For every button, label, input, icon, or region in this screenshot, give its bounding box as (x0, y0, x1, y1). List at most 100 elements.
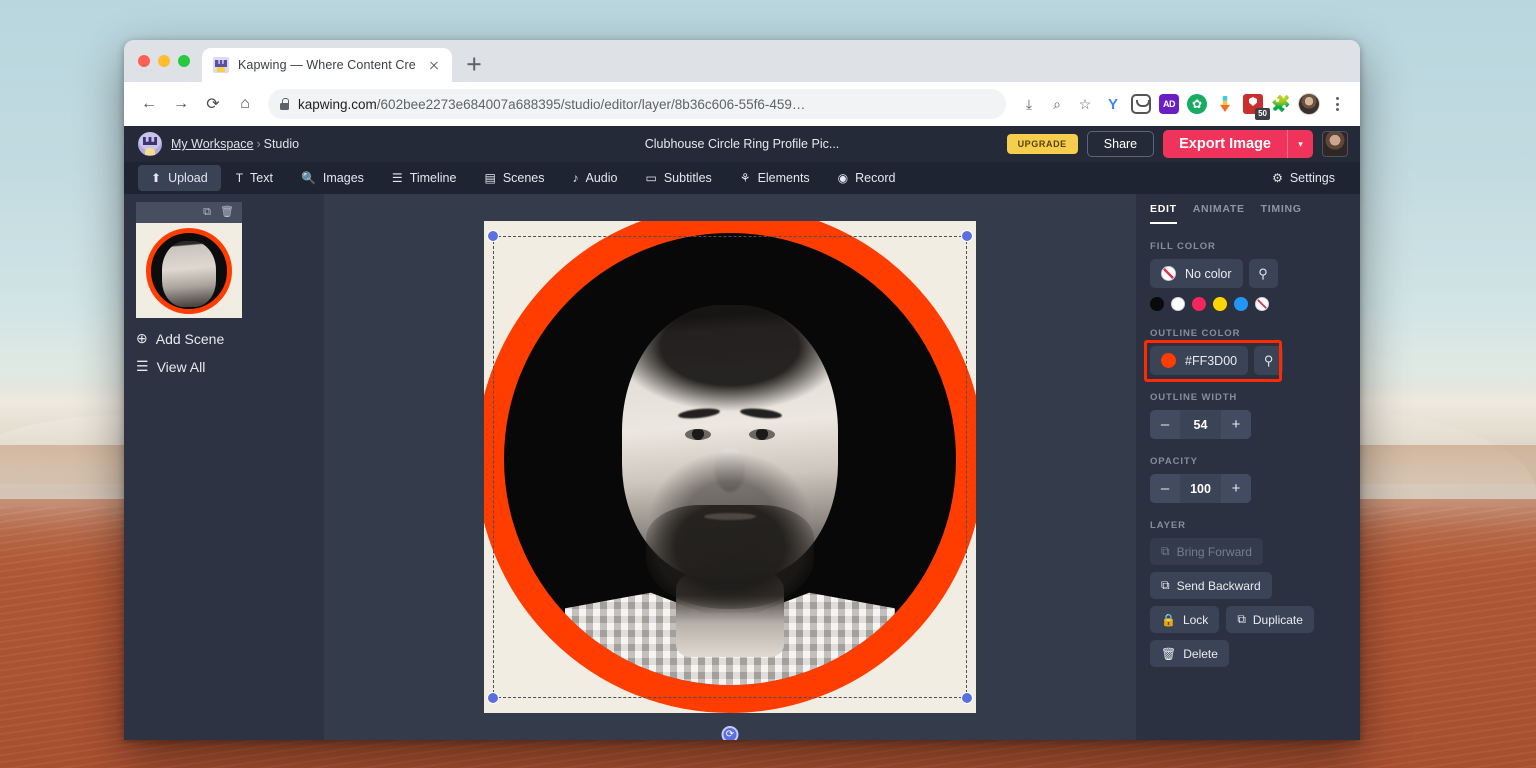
resize-handle-top-right[interactable] (961, 230, 973, 242)
canvas-area[interactable]: ⟳ (324, 194, 1136, 740)
outline-eyedropper-icon[interactable]: ⚲ (1254, 346, 1284, 375)
toolbar-item-timeline[interactable]: ☰ Timeline (379, 165, 470, 191)
export-image-button[interactable]: Export Image (1163, 130, 1287, 158)
toolbar-item-images[interactable]: 🔍 Images (288, 165, 377, 191)
toolbar-item-scenes[interactable]: ▤ Scenes (471, 165, 557, 191)
export-dropdown-caret-icon[interactable]: ▾ (1287, 130, 1313, 158)
circle-ring-shape[interactable] (484, 221, 976, 713)
home-button[interactable]: ⌂ (230, 89, 260, 119)
bookmark-star-icon[interactable]: ☆ (1072, 91, 1098, 117)
downloader-extension-icon[interactable] (1212, 91, 1238, 117)
extensions-puzzle-icon[interactable]: 🧩 (1268, 91, 1294, 117)
toolbar-label-upload: Upload (168, 171, 208, 185)
toolbar-item-settings[interactable]: ⚙ Settings (1259, 165, 1348, 191)
maximize-window-button[interactable] (178, 55, 190, 67)
toolbar-label-settings: Settings (1289, 171, 1335, 185)
export-button-group[interactable]: Export Image ▾ (1163, 130, 1313, 158)
kapwing-app: My Workspace › Studio Clubhouse Circle Rin… (124, 126, 1360, 740)
swatch-pink[interactable] (1192, 297, 1206, 311)
toolbar-item-audio[interactable]: ♪ Audio (560, 165, 631, 191)
blocker-extension-icon[interactable]: 50 (1240, 91, 1270, 120)
app-header: My Workspace › Studio Clubhouse Circle Rin… (124, 126, 1360, 162)
editor-canvas[interactable]: ⟳ (484, 221, 976, 740)
opacity-stepper[interactable]: – 100 + (1150, 474, 1251, 503)
fill-color-field[interactable]: No color (1150, 259, 1243, 288)
outline-width-value[interactable]: 54 (1180, 410, 1221, 439)
outline-color-field[interactable]: #FF3D00 (1150, 346, 1249, 375)
close-window-button[interactable] (138, 55, 150, 67)
browser-window: Kapwing — Where Content Cre ← → ⟳ ⌂ kapw… (124, 40, 1360, 740)
send-backward-button[interactable]: ⧉ Send Backward (1150, 572, 1272, 599)
browser-tab[interactable]: Kapwing — Where Content Cre (202, 48, 452, 82)
scene-item[interactable]: ⧉ 🗑 (136, 202, 242, 318)
address-bar[interactable]: kapwing.com/602bee2273e684007a688395/stu… (268, 89, 1006, 119)
back-button[interactable]: ← (134, 89, 164, 119)
outline-width-stepper[interactable]: – 54 + (1150, 410, 1251, 439)
chrome-menu-icon[interactable] (1324, 91, 1350, 117)
resize-handle-top-left[interactable] (487, 230, 499, 242)
forward-button[interactable]: → (166, 89, 196, 119)
lock-label: Lock (1182, 612, 1209, 627)
pocket-extension-icon[interactable] (1128, 91, 1154, 117)
browser-omnibar: ← → ⟳ ⌂ kapwing.com/602bee2273e684007a68… (124, 82, 1360, 126)
opacity-value[interactable]: 100 (1180, 474, 1221, 503)
app-toolbar: ⬆ Upload T Text 🔍 Images ☰ Timeline ▤ Sc… (124, 162, 1360, 194)
photo-eyebrow-left (677, 407, 721, 421)
outline-width-decrement[interactable]: – (1150, 410, 1180, 439)
lock-icon: 🔒 (1161, 612, 1176, 627)
swatch-blue[interactable] (1234, 297, 1248, 311)
outline-width-increment[interactable]: + (1221, 410, 1251, 439)
send-backward-icon: ⧉ (1161, 578, 1170, 592)
adblock-extension-icon[interactable]: AD (1156, 91, 1182, 117)
swatch-yellow[interactable] (1213, 297, 1227, 311)
subtitles-icon: ▭ (645, 171, 657, 185)
scene-thumbnail[interactable] (136, 223, 242, 318)
swatch-no-color[interactable] (1255, 297, 1269, 311)
resize-handle-bottom-right[interactable] (961, 692, 973, 704)
lock-button[interactable]: 🔒 Lock (1150, 606, 1220, 633)
toolbar-label-audio: Audio (585, 171, 618, 185)
grammarly-extension-icon[interactable]: Y (1100, 91, 1126, 117)
bring-forward-button[interactable]: ⧉ Bring Forward (1150, 538, 1263, 565)
profile-photo (565, 253, 895, 685)
opacity-increment[interactable]: + (1221, 474, 1251, 503)
swatch-black[interactable] (1150, 297, 1164, 311)
install-icon[interactable]: ⤓ (1016, 91, 1042, 117)
desktop-wallpaper: Kapwing — Where Content Cre ← → ⟳ ⌂ kapw… (0, 0, 1536, 768)
toolbar-item-record[interactable]: ◉ Record (825, 165, 909, 191)
minimize-window-button[interactable] (158, 55, 170, 67)
fill-eyedropper-icon[interactable]: ⚲ (1248, 259, 1278, 288)
toolbar-item-subtitles[interactable]: ▭ Subtitles (633, 165, 725, 191)
tab-animate[interactable]: ANIMATE (1193, 203, 1245, 224)
scenes-panel: ⧉ 🗑 ⊕ Add Scene ☰ View All (124, 194, 324, 740)
user-avatar[interactable] (1322, 131, 1348, 157)
close-tab-icon[interactable] (426, 57, 442, 73)
zoom-out-icon[interactable]: ⌕ (1044, 91, 1070, 117)
privacy-extension-icon[interactable] (1184, 91, 1210, 117)
upgrade-button[interactable]: UPGRADE (1006, 134, 1078, 154)
tab-edit[interactable]: EDIT (1150, 203, 1177, 224)
delete-scene-icon[interactable]: 🗑 (220, 207, 234, 218)
resize-handle-bottom-left[interactable] (487, 692, 499, 704)
share-button[interactable]: Share (1086, 131, 1155, 157)
rotate-handle[interactable]: ⟳ (721, 726, 739, 740)
breadcrumb-workspace-link[interactable]: My Workspace (171, 137, 253, 151)
profile-avatar-icon[interactable] (1296, 91, 1322, 117)
view-all-button[interactable]: ☰ View All (136, 358, 324, 375)
tab-timing[interactable]: TIMING (1261, 203, 1302, 224)
document-title[interactable]: Clubhouse Circle Ring Profile Pic... (645, 137, 840, 151)
swatch-white[interactable] (1171, 297, 1185, 311)
workspace-logo-icon[interactable] (138, 132, 162, 156)
toolbar-label-timeline: Timeline (409, 171, 457, 185)
duplicate-scene-icon[interactable]: ⧉ (203, 207, 211, 218)
opacity-decrement[interactable]: – (1150, 474, 1180, 503)
delete-button[interactable]: 🗑 Delete (1150, 640, 1229, 667)
duplicate-button[interactable]: ⧉ Duplicate (1226, 606, 1314, 633)
reload-button[interactable]: ⟳ (198, 89, 228, 119)
new-tab-button[interactable] (460, 50, 488, 78)
toolbar-item-elements[interactable]: ⚘ Elements (727, 165, 823, 191)
toolbar-item-upload[interactable]: ⬆ Upload (138, 165, 221, 191)
add-scene-button[interactable]: ⊕ Add Scene (136, 330, 324, 347)
toolbar-item-text[interactable]: T Text (223, 165, 286, 191)
outline-color-swatch-icon (1161, 353, 1176, 368)
